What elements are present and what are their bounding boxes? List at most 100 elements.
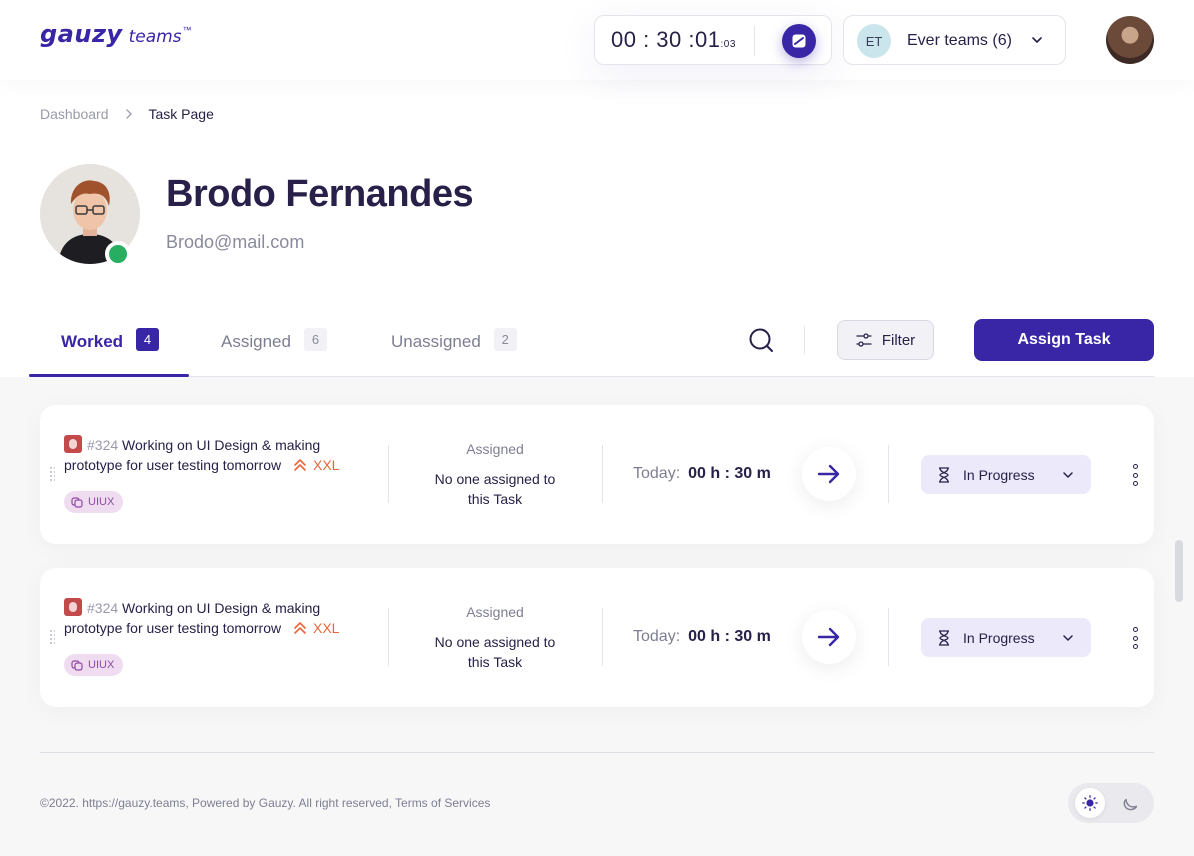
tab-count-badge: 6 [303,328,327,351]
arrow-right-icon [817,627,840,647]
status-label: In Progress [963,629,1035,646]
drag-handle[interactable] [49,629,55,645]
task-card[interactable]: #324 Working on UI Design & making proto… [40,568,1154,707]
tab-label: Worked [61,332,124,351]
task-size: XXL [293,457,339,473]
filter-label: Filter [881,331,916,349]
hourglass-icon [939,466,949,483]
top-header: gauzy teams ™ 00 : 30 :01:03 ET Ever tea… [0,0,1194,80]
priority-icon [294,459,306,471]
footer-divider [40,752,1154,753]
timer-main: 00 : 30 :01 [611,27,721,52]
priority-icon [294,622,306,634]
tag-icon [71,497,83,508]
card-divider [888,608,889,666]
timer-toggle-button[interactable] [782,24,816,58]
assign-task-button[interactable]: Assign Task [974,319,1154,361]
profile-email: Brodo@mail.com [166,232,305,252]
task-title[interactable]: #324 Working on UI Design & making proto… [64,435,364,475]
tab-worked[interactable]: Worked 4 [61,320,160,378]
sun-glyph [1082,795,1098,811]
time-value: 00 h : 30 m [688,628,771,645]
task-size-label: XXL [313,457,340,473]
search-icon[interactable] [748,327,774,353]
task-size: XXL [293,620,339,636]
open-task-button[interactable] [802,447,856,501]
card-divider [388,445,389,503]
status-dropdown[interactable]: In Progress [921,455,1091,494]
task-size-label: XXL [313,620,340,636]
moon-icon[interactable] [1121,793,1141,813]
card-divider [888,445,889,503]
status-dropdown[interactable]: In Progress [921,618,1091,657]
tab-unassigned[interactable]: Unassigned 2 [391,320,517,378]
breadcrumb: Dashboard Task Page [40,106,214,122]
chevron-down-icon [1063,472,1073,478]
logo-trademark: ™ [182,25,192,35]
logo-text: gauzy [40,20,123,48]
tab-label: Unassigned [391,332,481,351]
chevron-down-icon [1063,635,1073,641]
sun-icon[interactable] [1075,788,1105,818]
task-tag-label: UIUX [88,659,115,671]
filter-icon [856,333,872,347]
chevron-down-icon [1032,37,1042,43]
team-name: Ever teams (6) [907,32,1012,49]
team-selector[interactable]: ET Ever teams (6) [843,15,1066,65]
task-tag[interactable]: UIUX [64,654,124,676]
tab-label: Assigned [221,332,291,351]
bug-icon [64,598,82,616]
task-number: #324 [87,437,119,453]
brand-logo[interactable]: gauzy teams ™ [40,20,192,48]
task-title[interactable]: #324 Working on UI Design & making proto… [64,598,364,638]
breadcrumb-dashboard[interactable]: Dashboard [40,106,109,122]
filter-button[interactable]: Filter [837,320,934,360]
toolbar-divider [804,326,805,354]
theme-toggle[interactable] [1068,783,1154,823]
time-block: Today: 00 h : 30 m [633,628,771,646]
open-task-button[interactable] [802,610,856,664]
tab-count-badge: 4 [136,328,160,351]
timer-icon [792,34,806,48]
time-label: Today: [633,628,681,645]
card-divider [388,608,389,666]
time-block: Today: 00 h : 30 m [633,465,771,483]
task-tag[interactable]: UIUX [64,491,124,513]
drag-handle[interactable] [49,466,55,482]
team-avatar: ET [857,24,891,58]
arrow-right-icon [817,464,840,484]
more-icon[interactable] [1130,464,1140,486]
task-card[interactable]: #324 Working on UI Design & making proto… [40,405,1154,544]
task-tag-label: UIUX [88,496,115,508]
breadcrumb-current: Task Page [148,106,214,122]
assignees-block: Assigned No one assigned to this Task [430,604,560,672]
online-status-dot [105,241,131,267]
timer-ms: :03 [720,39,736,50]
time-value: 00 h : 30 m [688,465,771,482]
assigned-heading: Assigned [466,604,524,620]
assigned-heading: Assigned [466,441,524,457]
tab-assigned[interactable]: Assigned 6 [221,320,327,378]
timer-widget: 00 : 30 :01:03 [594,15,832,65]
more-icon[interactable] [1130,627,1140,649]
timer-divider [754,26,755,56]
footer-text: ©2022. https://gauzy.teams, Powered by G… [40,796,491,810]
assignees-block: Assigned No one assigned to this Task [430,441,560,509]
profile-name: Brodo Fernandes [166,173,474,215]
card-divider [602,608,603,666]
bug-icon [64,435,82,453]
assigned-text: No one assigned to this Task [434,471,556,507]
scrollbar-thumb[interactable] [1175,540,1183,602]
status-label: In Progress [963,466,1035,483]
hourglass-icon [939,629,949,646]
task-number: #324 [87,600,119,616]
timer-display: 00 : 30 :01:03 [611,27,736,53]
assigned-text: No one assigned to this Task [434,634,556,670]
user-avatar[interactable] [1106,16,1154,64]
logo-subtext: teams [128,27,182,47]
time-label: Today: [633,465,681,482]
card-divider [602,445,603,503]
tab-count-badge: 2 [493,328,517,351]
chevron-right-icon [125,109,132,119]
tag-icon [71,660,83,671]
